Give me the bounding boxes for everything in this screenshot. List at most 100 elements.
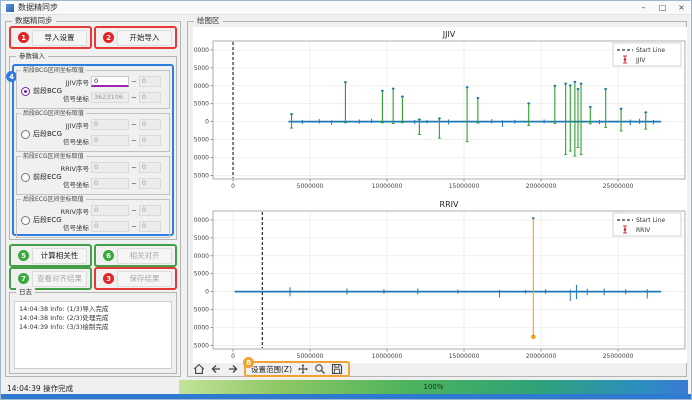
param-section-front-bcg: 前段BCG区间坐标取值 前段BCG JJIV序号 0 ~ 0 信号坐标 3623… bbox=[16, 70, 170, 109]
back-arrow-icon[interactable] bbox=[210, 363, 222, 375]
signal-coord-to-field[interactable]: 0 bbox=[139, 135, 161, 146]
range-separator: ~ bbox=[131, 78, 137, 86]
set-range-button[interactable]: 设置范围(Z) bbox=[251, 364, 292, 375]
status-message: 14:04:39 操作完成 bbox=[7, 383, 73, 394]
svg-text:0: 0 bbox=[231, 353, 235, 360]
jjiv-index-from-field[interactable]: 0 bbox=[91, 76, 129, 87]
range-separator: ~ bbox=[131, 164, 137, 172]
signal-coord-from-field[interactable]: 0 bbox=[91, 178, 129, 189]
signal-coord-from-field[interactable]: 0 bbox=[91, 135, 129, 146]
svg-text:RRIV: RRIV bbox=[636, 227, 651, 234]
annotation-box-start-import: 2 开始导入 bbox=[94, 26, 177, 49]
range-separator: ~ bbox=[131, 207, 137, 215]
svg-text:Start Line: Start Line bbox=[636, 217, 665, 224]
jjiv-index-to-field[interactable]: 0 bbox=[139, 119, 161, 130]
save-results-button[interactable]: 保存结果 bbox=[117, 271, 172, 287]
rriv-index-to-field[interactable]: 0 bbox=[139, 162, 161, 173]
signal-coord-to-field[interactable]: 0 bbox=[139, 178, 161, 189]
set-range-annotation-box: 8 设置范围(Z) bbox=[244, 361, 350, 377]
radio-label: 后段ECG bbox=[33, 215, 62, 225]
front-ecg-radio[interactable]: 前段ECG bbox=[21, 172, 62, 182]
title-bar: 数据精同步 – □ × bbox=[1, 1, 691, 15]
front-bcg-radio[interactable]: 前段BCG bbox=[21, 86, 62, 96]
svg-text:10000000: 10000000 bbox=[372, 353, 403, 360]
svg-text:-15000: -15000 bbox=[193, 172, 209, 179]
rriv-index-from-field[interactable]: 0 bbox=[91, 205, 129, 216]
jjiv-index-from-field[interactable]: 0 bbox=[91, 119, 129, 130]
section-title: 前段ECG区间坐标取值 bbox=[21, 152, 86, 161]
field-row: JJIV序号 0 ~ 0 bbox=[59, 119, 161, 130]
field-row: RRIV序号 0 ~ 0 bbox=[59, 162, 161, 173]
svg-text:15000: 15000 bbox=[193, 65, 209, 72]
forward-arrow-icon[interactable] bbox=[227, 363, 239, 375]
home-icon[interactable] bbox=[193, 363, 205, 375]
radio-unselected-icon[interactable] bbox=[21, 130, 30, 139]
import-settings-button[interactable]: 导入设置 bbox=[32, 30, 87, 46]
jjiv-chart: 20000150001000050000-5000-10000-15000050… bbox=[193, 27, 687, 195]
left-panel-title: 数据精同步 bbox=[12, 16, 56, 26]
rear-bcg-radio[interactable]: 后段BCG bbox=[21, 129, 62, 139]
range-separator: ~ bbox=[131, 137, 137, 145]
radio-unselected-icon[interactable] bbox=[21, 216, 30, 225]
minimize-button[interactable]: – bbox=[634, 1, 653, 14]
close-button[interactable]: × bbox=[672, 1, 691, 14]
app-icon bbox=[6, 4, 14, 12]
start-import-button[interactable]: 开始导入 bbox=[117, 30, 172, 46]
correlation-align-button[interactable]: 相关对齐 bbox=[117, 248, 172, 264]
annotation-box-calc-corr: 5 计算相关性 bbox=[9, 244, 92, 267]
step-badge-3: 3 bbox=[103, 273, 114, 284]
step-badge-5: 5 bbox=[18, 250, 29, 261]
progress-value: 100% bbox=[423, 383, 443, 391]
signal-coord-from-field[interactable]: 3623106 bbox=[91, 92, 129, 103]
progress-bar: 100% bbox=[179, 380, 688, 394]
svg-text:-10000: -10000 bbox=[193, 154, 209, 161]
pan-icon[interactable] bbox=[297, 363, 309, 375]
svg-text:10000000: 10000000 bbox=[372, 183, 403, 190]
field-row: RRIV序号 0 ~ 0 bbox=[59, 205, 161, 216]
zoom-icon[interactable] bbox=[314, 363, 326, 375]
range-separator: ~ bbox=[131, 94, 137, 102]
range-separator: ~ bbox=[131, 180, 137, 188]
svg-text:15000000: 15000000 bbox=[449, 353, 480, 360]
field-label: RRIV序号 bbox=[59, 206, 89, 216]
section-title: 前段BCG区间坐标取值 bbox=[21, 66, 86, 75]
app-window: 数据精同步 – □ × 数据精同步 1 导入设置 2 开始导入 参数输入 4 bbox=[0, 0, 692, 400]
section-title: 后段BCG区间坐标取值 bbox=[21, 109, 86, 118]
range-separator: ~ bbox=[131, 121, 137, 129]
radio-label: 前段ECG bbox=[33, 172, 62, 182]
svg-text:20000: 20000 bbox=[193, 47, 209, 54]
svg-text:5000: 5000 bbox=[194, 101, 209, 108]
signal-coord-to-field[interactable]: 0 bbox=[139, 92, 161, 103]
section-title: 后段ECG区间坐标取值 bbox=[21, 195, 86, 204]
rear-ecg-radio[interactable]: 后段ECG bbox=[21, 215, 62, 225]
svg-text:10000: 10000 bbox=[193, 253, 209, 260]
svg-text:0: 0 bbox=[231, 183, 235, 190]
svg-text:20000000: 20000000 bbox=[526, 353, 557, 360]
view-align-result-button[interactable]: 查看对齐结果 bbox=[32, 271, 87, 287]
calc-correlation-button[interactable]: 计算相关性 bbox=[32, 248, 87, 264]
log-group-title: 日志 bbox=[16, 287, 35, 297]
plot-panel-title: 绘图区 bbox=[194, 16, 223, 26]
svg-text:RRIV: RRIV bbox=[440, 200, 459, 209]
signal-coord-to-field[interactable]: 0 bbox=[139, 221, 161, 232]
field-row: 信号坐标 3623106 ~ 0 bbox=[59, 92, 161, 103]
field-label: 信号坐标 bbox=[59, 179, 89, 189]
figure-canvas[interactable]: 20000150001000050000-5000-10000-15000050… bbox=[193, 27, 687, 359]
svg-text:5000: 5000 bbox=[194, 271, 209, 278]
window-title: 数据精同步 bbox=[18, 2, 58, 13]
jjiv-index-to-field[interactable]: 0 bbox=[139, 76, 161, 87]
log-output[interactable]: 14:04:38 Info: (1/3)导入完成 14:04:38 Info: … bbox=[14, 301, 172, 369]
range-separator: ~ bbox=[131, 223, 137, 231]
signal-coord-from-field[interactable]: 0 bbox=[91, 221, 129, 232]
params-group: 参数输入 4 前段BCG区间坐标取值 前段BCG JJIV序号 0 ~ 0 bbox=[9, 56, 177, 240]
annotation-box-save-results: 3 保存结果 bbox=[94, 267, 177, 290]
rriv-index-from-field[interactable]: 0 bbox=[91, 162, 129, 173]
svg-text:15000000: 15000000 bbox=[449, 183, 480, 190]
svg-text:20000: 20000 bbox=[193, 217, 209, 224]
save-icon[interactable] bbox=[331, 363, 343, 375]
radio-unselected-icon[interactable] bbox=[21, 173, 30, 182]
step-badge-8: 8 bbox=[243, 357, 254, 368]
rriv-index-to-field[interactable]: 0 bbox=[139, 205, 161, 216]
maximize-button[interactable]: □ bbox=[653, 1, 672, 14]
radio-selected-icon[interactable] bbox=[21, 87, 30, 96]
